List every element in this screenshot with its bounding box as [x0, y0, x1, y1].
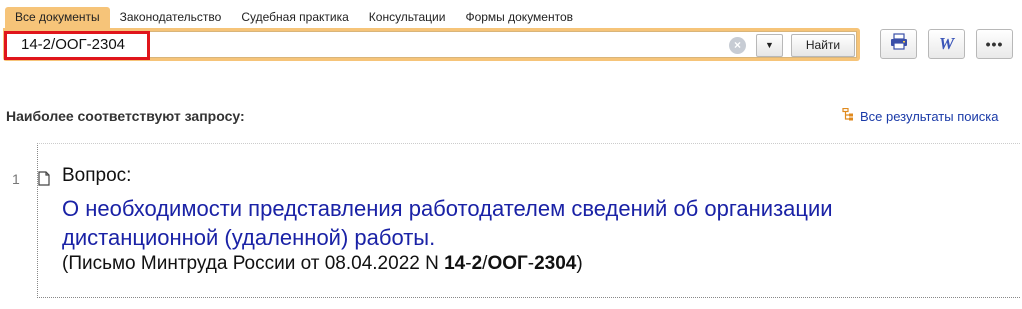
search-tabs: Все документы Законодательство Судебная …: [5, 7, 583, 28]
more-icon: •••: [985, 36, 1004, 52]
result-number: 1: [12, 171, 20, 187]
search-history-dropdown-button[interactable]: ▼: [756, 34, 783, 57]
export-word-button[interactable]: W: [928, 29, 965, 59]
result-source-part: 14: [444, 253, 466, 274]
result-source-prefix: (Письмо Минтруда России от 08.04.2022 N: [62, 253, 445, 274]
tab-legislation[interactable]: Законодательство: [110, 7, 232, 28]
search-input[interactable]: [13, 34, 723, 55]
document-icon: [38, 171, 50, 191]
result-source-part: ООГ: [487, 253, 528, 274]
result-title-link[interactable]: О необходимости представления работодате…: [62, 194, 982, 252]
result-source-part: 2: [471, 253, 483, 274]
result-source-suffix: ): [576, 253, 583, 274]
more-options-button[interactable]: •••: [976, 29, 1013, 59]
tree-icon: [842, 107, 854, 124]
tab-consultations[interactable]: Консультации: [359, 7, 456, 28]
tab-document-forms[interactable]: Формы документов: [455, 7, 583, 28]
result-heading: Вопрос:: [62, 165, 132, 186]
tab-all-documents[interactable]: Все документы: [5, 7, 110, 28]
result-source-part: 2304: [534, 253, 577, 274]
result-source: (Письмо Минтруда России от 08.04.2022 N …: [62, 253, 583, 275]
find-button[interactable]: Найти: [791, 34, 855, 57]
search-field-container: × ▼ Найти: [6, 31, 857, 58]
printer-icon: [890, 33, 908, 55]
all-results-label: Все результаты поиска: [860, 108, 999, 124]
search-bar: × ▼ Найти: [3, 28, 860, 61]
all-results-link[interactable]: Все результаты поиска: [842, 107, 999, 124]
print-button[interactable]: [880, 29, 917, 59]
chevron-down-icon: ▼: [765, 40, 774, 50]
section-title: Наиболее соответствуют запросу:: [6, 108, 245, 124]
word-icon: W: [938, 34, 955, 53]
clear-icon[interactable]: ×: [729, 37, 746, 54]
tab-court-practice[interactable]: Судебная практика: [231, 7, 358, 28]
